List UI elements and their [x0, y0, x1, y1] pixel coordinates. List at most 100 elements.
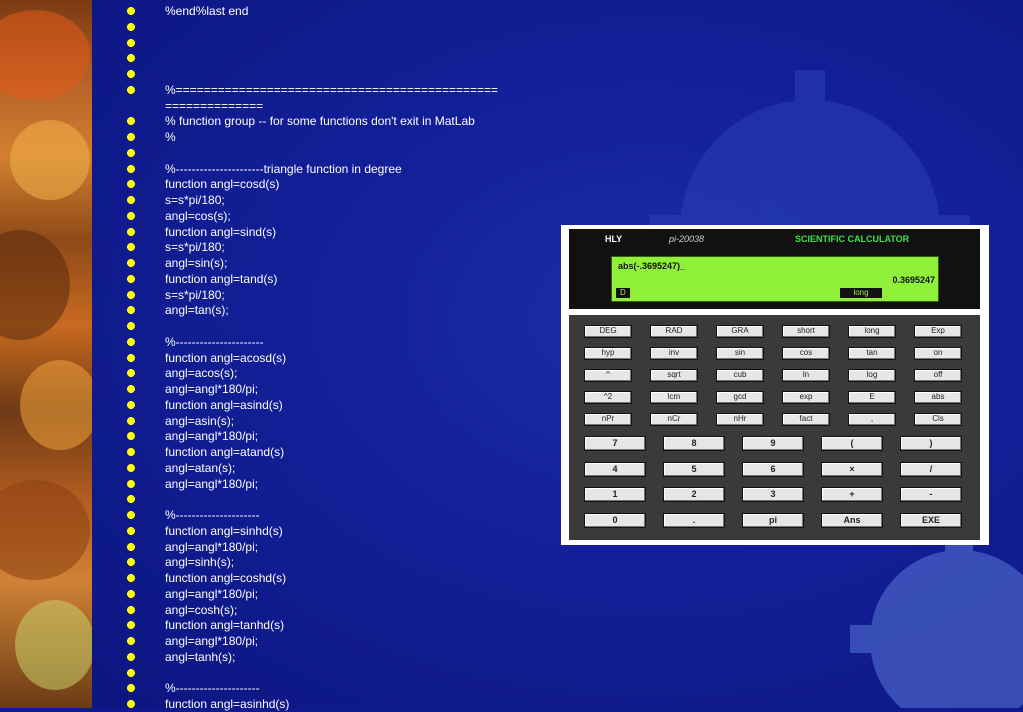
calc-key[interactable]: RAD — [650, 325, 698, 338]
calc-key[interactable]: 2 — [663, 487, 725, 502]
calc-key[interactable]: × — [821, 461, 883, 477]
code-line: % function group -- for some functions d… — [165, 114, 475, 129]
bullet-icon — [127, 386, 135, 392]
calc-key[interactable]: 0 — [584, 512, 646, 528]
calc-key[interactable]: cub — [716, 369, 764, 382]
bullet-icon — [127, 275, 135, 282]
code-line: angl=sin(s); — [165, 256, 228, 270]
code-line: s=s*pi/180; — [165, 240, 225, 255]
left-decorative-strip — [0, 0, 92, 708]
calc-key[interactable]: short — [782, 325, 830, 338]
code-line: angl=cos(s); — [165, 208, 231, 223]
calc-key[interactable]: long — [848, 325, 896, 338]
calc-key[interactable]: ( — [821, 436, 883, 451]
calc-key[interactable]: pi — [742, 512, 804, 528]
calc-key[interactable]: E — [848, 391, 896, 404]
calc-key[interactable]: tan — [848, 347, 896, 360]
calc-key[interactable]: / — [900, 461, 962, 477]
calc-key[interactable]: DEG — [584, 325, 632, 338]
code-line: angl=asin(s); — [165, 413, 235, 428]
bullet-icon — [127, 701, 135, 707]
calculator-title: SCIENTIFIC CALCULATOR — [795, 234, 910, 244]
bullet-icon — [127, 417, 135, 424]
calc-key[interactable]: GRA — [716, 325, 764, 338]
code-line: function angl=sinhd(s) — [165, 523, 283, 538]
calc-key[interactable]: Ans — [821, 512, 883, 528]
calc-key[interactable]: exp — [782, 391, 830, 404]
bullet-icon — [127, 197, 135, 203]
calculator-display: abs(-.3695247)_ 0.3695247 D long — [611, 256, 939, 302]
calc-key[interactable]: log — [848, 369, 896, 382]
calc-key[interactable]: - — [900, 487, 962, 502]
code-line: s=s*pi/180; — [165, 287, 225, 302]
bullet-icon — [127, 86, 135, 93]
bullet-icon — [127, 638, 135, 644]
calc-key[interactable]: ^ — [584, 369, 632, 382]
code-line: angl=sinh(s); — [165, 555, 235, 570]
code-line: angl=tanh(s); — [165, 649, 236, 664]
bullet-icon — [127, 338, 135, 345]
calc-key[interactable]: off — [914, 369, 962, 382]
calc-key[interactable]: 5 — [663, 461, 725, 477]
calc-key[interactable]: nHr — [716, 413, 764, 426]
code-line: ============== — [165, 98, 264, 113]
calc-key[interactable]: inv — [650, 347, 698, 360]
calc-key[interactable]: + — [821, 487, 883, 502]
calc-key[interactable]: 1 — [584, 487, 646, 502]
bullet-icon — [127, 449, 135, 455]
calc-key[interactable]: sqrt — [650, 369, 698, 382]
bullet-icon — [127, 543, 135, 550]
bullet-icon — [127, 401, 135, 408]
calc-key[interactable]: Exp — [914, 325, 962, 338]
code-line: function angl=tand(s) — [165, 271, 278, 286]
calc-key[interactable]: ln — [782, 369, 830, 382]
bullet-icon — [127, 23, 135, 30]
calc-key[interactable]: ^2 — [584, 391, 632, 404]
code-line: function angl=tanhd(s) — [165, 618, 285, 633]
bullet-icon — [127, 165, 135, 172]
code-line: function angl=atand(s) — [165, 445, 285, 459]
calc-key[interactable]: on — [914, 347, 962, 360]
code-line: function angl=cosd(s) — [165, 177, 280, 192]
calc-key[interactable]: ) — [900, 436, 962, 451]
precision-mode-indicator: long — [840, 288, 882, 298]
calc-key[interactable]: fact — [782, 413, 830, 426]
calc-key[interactable]: nPr — [584, 413, 632, 426]
code-line: function angl=asinhd(s) — [165, 697, 290, 711]
bullet-icon — [127, 212, 135, 219]
code-line: % — [165, 130, 176, 144]
calc-key[interactable]: lcm — [650, 391, 698, 404]
calc-key[interactable]: 8 — [663, 436, 725, 451]
calc-key[interactable]: 4 — [584, 461, 646, 477]
code-line: angl=acos(s); — [165, 366, 238, 381]
bullet-icon — [127, 653, 135, 660]
code-line: angl=angl*180/pi; — [165, 429, 259, 444]
calc-key[interactable]: gcd — [716, 391, 764, 404]
display-result: 0.3695247 — [892, 275, 935, 285]
bullet-icon — [127, 228, 135, 235]
gear-decoration-icon — [850, 530, 1023, 708]
calc-key[interactable]: EXE — [900, 512, 962, 528]
calc-key[interactable]: 9 — [742, 436, 804, 451]
bullet-icon — [127, 8, 135, 14]
bullet-icon — [127, 464, 135, 471]
calc-key[interactable]: sin — [716, 347, 764, 360]
calc-key[interactable]: 6 — [742, 461, 804, 477]
calc-key[interactable]: , — [848, 413, 896, 426]
calc-key[interactable]: cos — [782, 347, 830, 360]
code-line: angl=angl*180/pi; — [165, 476, 259, 491]
calc-key[interactable]: nCr — [650, 413, 698, 426]
code-line: %--------------------- — [165, 508, 260, 522]
code-line: %--------------------- — [165, 681, 260, 696]
code-line: function angl=coshd(s) — [165, 571, 287, 585]
calc-key[interactable]: . — [663, 512, 725, 528]
calc-key[interactable]: abs — [914, 391, 962, 404]
calc-key[interactable]: 3 — [742, 487, 804, 502]
calculator-version: pi-20038 — [669, 234, 705, 244]
code-line: angl=angl*180/pi; — [165, 586, 259, 601]
bullet-icon — [127, 71, 135, 77]
calc-key[interactable]: Cls — [914, 413, 962, 426]
calc-key[interactable]: hyp — [584, 347, 632, 360]
calc-key[interactable]: 7 — [584, 436, 646, 451]
bullet-icon — [127, 39, 135, 46]
